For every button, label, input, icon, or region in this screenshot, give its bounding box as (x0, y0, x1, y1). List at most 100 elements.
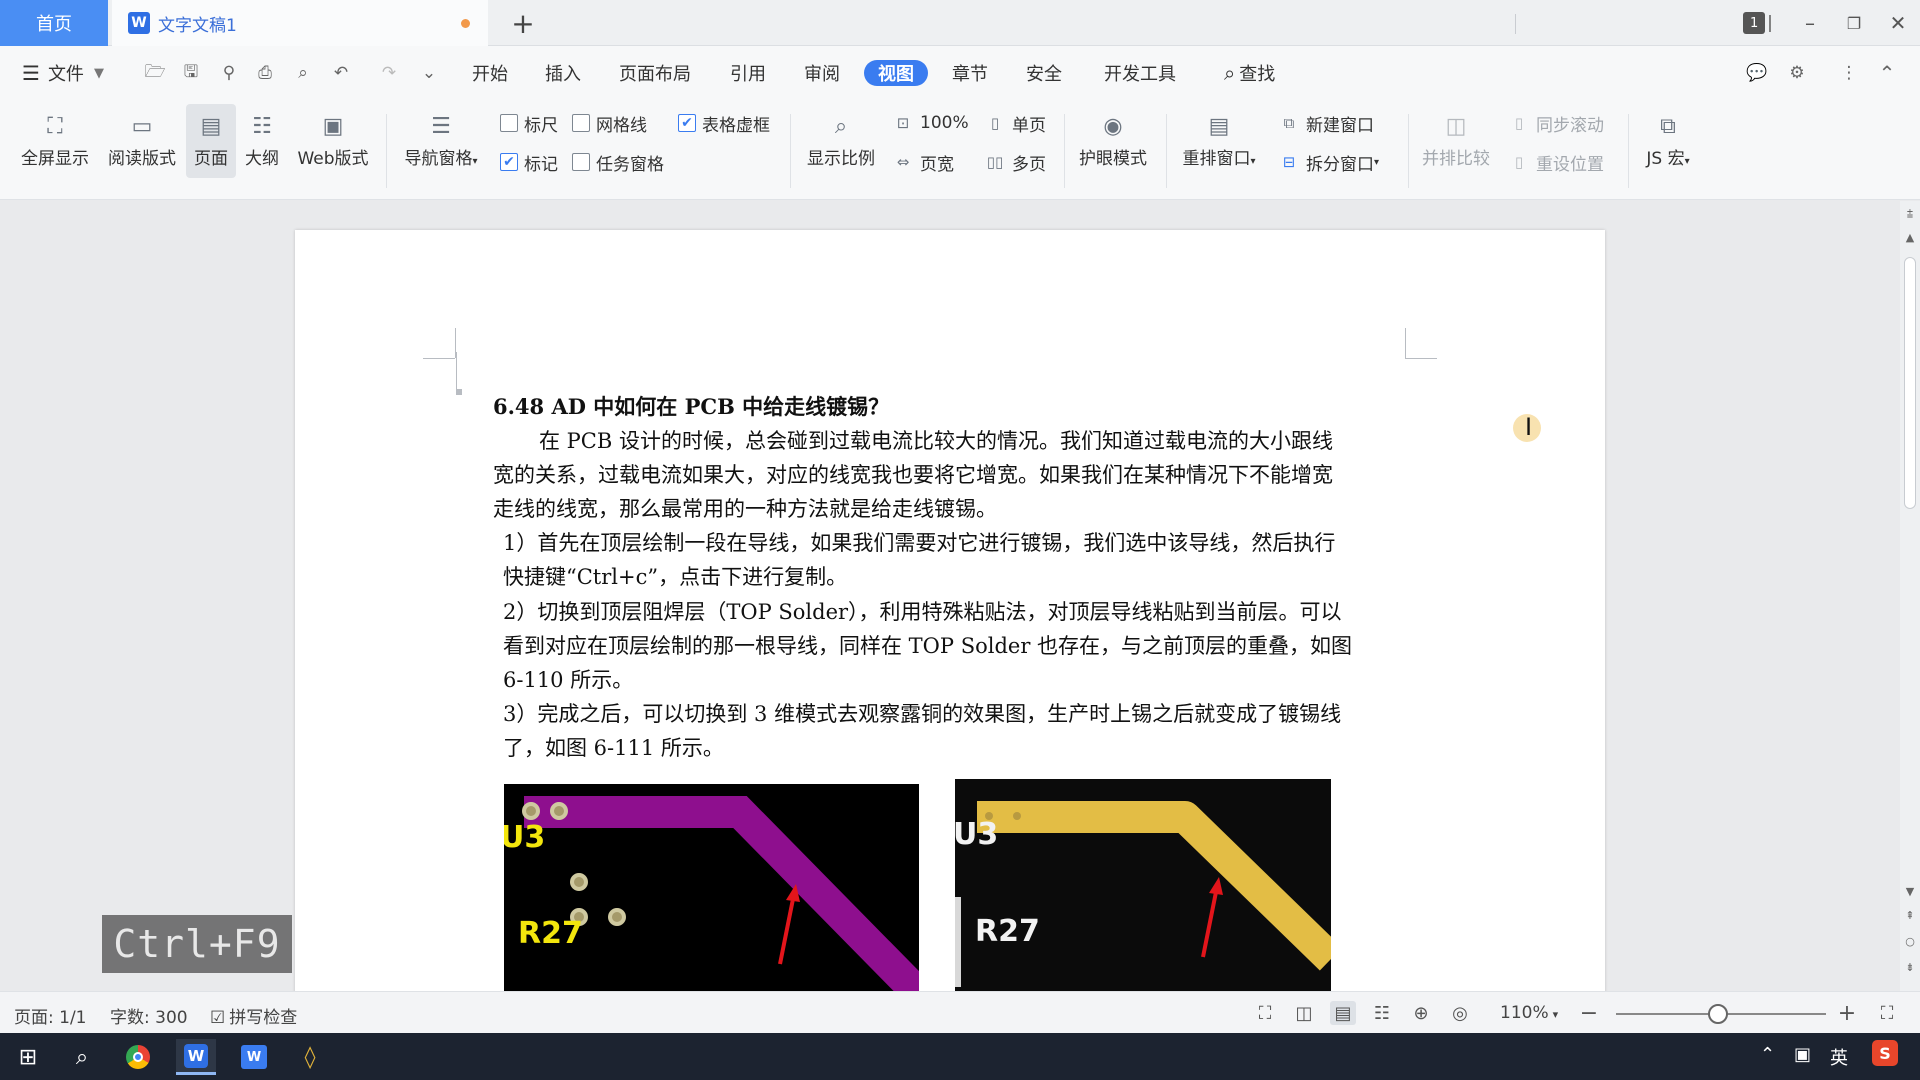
page-view-button[interactable]: ▤ 页面 (186, 104, 236, 178)
notification-icon[interactable]: ▣ (1794, 1044, 1811, 1065)
zoom-100-button[interactable]: ⊡ 100% (894, 110, 969, 136)
step-line[interactable]: 了，如图 6-111 所示。 (503, 731, 724, 765)
select-browse-object-icon[interactable]: ○ (1904, 935, 1916, 948)
menu-references[interactable]: 引用 (730, 60, 766, 86)
redo-icon[interactable]: ↷ (378, 62, 400, 84)
paragraph-line[interactable]: 走线的线宽，那么最常用的一种方法就是给走线镀锡。 (493, 492, 997, 526)
wps-writer-icon[interactable]: W (176, 1039, 216, 1075)
reset-position-button[interactable]: ▯ 重设位置 (1510, 149, 1604, 175)
step-line[interactable]: 看到对应在顶层绘制的那一根导线，同样在 TOP Solder 也存在，与之前顶层… (503, 629, 1352, 663)
side-by-side-button[interactable]: ◫ 并排比较 (1414, 100, 1498, 182)
menu-page-layout[interactable]: 页面布局 (619, 60, 691, 86)
print-preview-icon[interactable]: ⌕ (292, 62, 314, 84)
scroll-down-icon[interactable]: ▼ (1904, 885, 1916, 898)
outline-view-button[interactable]: ☷ 大纲 (240, 100, 284, 182)
wps-app-icon[interactable]: W (234, 1039, 274, 1075)
section-heading[interactable]: 6.48 AD 中如何在 PCB 中给走线镀锡？ (493, 390, 889, 424)
undo-icon[interactable]: ↶ (330, 62, 352, 84)
altium-designer-icon[interactable]: ◊ (290, 1039, 330, 1075)
zoom-ratio-button[interactable]: ⌕ 显示比例 (800, 100, 882, 182)
task-pane-checkbox[interactable]: 任务窗格 (572, 149, 664, 175)
document-canvas[interactable]: I 6.48 AD 中如何在 PCB 中给走线镀锡？ 在 PCB 设计的时候，总… (0, 201, 1900, 991)
ruler-checkbox[interactable]: 标尺 (500, 110, 558, 136)
open-icon[interactable]: 🗁 (144, 62, 166, 84)
sogou-ime-icon[interactable]: S (1872, 1040, 1898, 1066)
eye-care-button[interactable]: ◉ 护眼模式 (1070, 100, 1156, 182)
chrome-icon[interactable] (118, 1039, 158, 1075)
scroll-up-icon[interactable]: ▲ (1904, 231, 1916, 244)
sync-scroll-button[interactable]: ▯ 同步滚动 (1510, 110, 1604, 136)
step-line[interactable]: 2）切换到顶层阻焊层（TOP Solder），利用特殊粘贴法，对顶层导线粘贴到当… (503, 595, 1342, 629)
spellcheck-button[interactable]: ☑ 拼写检查 (210, 1003, 297, 1028)
search-icon[interactable]: ⌕ (62, 1039, 102, 1075)
file-menu[interactable]: ☰ 文件 ▼ (22, 60, 104, 86)
fullscreen-status-icon[interactable]: ⛶ (1252, 1001, 1278, 1025)
web-layout-button[interactable]: ▣ Web版式 (292, 100, 374, 182)
more-icon[interactable]: ⋮ (1838, 62, 1860, 84)
step-line[interactable]: 3）完成之后，可以切换到 3 维模式去观察露铜的效果图，生产时上锡之后就变成了镀… (503, 697, 1341, 731)
multi-page-button[interactable]: ▯▯ 多页 (986, 149, 1046, 175)
rearrange-windows-button[interactable]: ▤ 重排窗口▾ (1174, 100, 1264, 182)
tab-home[interactable]: 首页 (0, 0, 108, 46)
vertical-scrollbar[interactable]: ⩲ ▲ ▼ ⇞ ○ ⇟ (1900, 201, 1920, 991)
word-count[interactable]: 字数: 300 (110, 1003, 188, 1028)
scroll-top-icon[interactable]: ⩲ (1904, 207, 1916, 221)
marks-checkbox[interactable]: ✔ 标记 (500, 149, 558, 175)
figure-3d-view[interactable]: U3 R27 (955, 779, 1331, 991)
format-painter-icon[interactable]: ⚲ (218, 62, 240, 84)
zoom-level[interactable]: 110% ▾ (1500, 1003, 1558, 1023)
new-tab-button[interactable]: + (508, 7, 538, 40)
collapse-ribbon-icon[interactable]: ⌃ (1876, 61, 1898, 85)
zoom-slider-thumb[interactable] (1708, 1004, 1728, 1024)
minimize-button[interactable]: – (1796, 10, 1824, 36)
gear-icon[interactable]: ⚙ (1786, 62, 1808, 84)
page-count[interactable]: 页面: 1/1 (14, 1003, 87, 1028)
menu-section[interactable]: 章节 (952, 60, 988, 86)
step-line[interactable]: 1）首先在顶层绘制一段在导线，如果我们需要对它进行镀锡，我们选中该导线，然后执行 (503, 526, 1335, 560)
tray-expand-icon[interactable]: ⌃ (1760, 1044, 1775, 1065)
paragraph-line[interactable]: 在 PCB 设计的时候，总会碰到过载电流比较大的情况。我们知道过载电流的大小跟线 (539, 424, 1333, 458)
eye-care-status-icon[interactable]: ◎ (1447, 1001, 1473, 1025)
js-macro-button[interactable]: ⧉ JS 宏▾ (1636, 100, 1700, 182)
fullscreen-button[interactable]: ⛶ 全屏显示 (14, 100, 96, 182)
windows-start-icon[interactable]: ⊞ (8, 1039, 48, 1075)
fit-window-icon[interactable]: ⛶ (1874, 1001, 1900, 1025)
menu-home[interactable]: 开始 (472, 60, 508, 86)
menu-developer[interactable]: 开发工具 (1104, 60, 1176, 86)
step-line[interactable]: 6-110 所示。 (503, 663, 633, 697)
print-icon[interactable]: ⎙ (254, 62, 276, 84)
new-window-button[interactable]: ⧉ 新建窗口 (1280, 110, 1374, 136)
restore-button[interactable]: ❐ (1840, 10, 1868, 36)
ime-indicator[interactable]: 英 (1830, 1044, 1848, 1070)
web-layout-status-icon[interactable]: ⊕ (1408, 1001, 1434, 1025)
reading-mode-button[interactable]: ▭ 阅读版式 (104, 100, 180, 182)
menu-review[interactable]: 审阅 (804, 60, 840, 86)
page-view-status-icon[interactable]: ▤ (1330, 1001, 1356, 1025)
save-icon[interactable]: 🖫 (180, 62, 202, 84)
prev-page-icon[interactable]: ⇞ (1904, 909, 1916, 922)
step-line[interactable]: 快捷键“Ctrl+c”，点击下进行复制。 (503, 560, 847, 594)
scroll-thumb[interactable] (1904, 257, 1916, 509)
next-page-icon[interactable]: ⇟ (1904, 961, 1916, 974)
document-page[interactable]: I 6.48 AD 中如何在 PCB 中给走线镀锡？ 在 PCB 设计的时候，总… (295, 230, 1605, 991)
figure-solder-layer[interactable]: U3 R27 (504, 784, 919, 991)
reading-mode-status-icon[interactable]: ◫ (1291, 1001, 1317, 1025)
window-count-button[interactable]: 1 | (1740, 10, 1776, 36)
gridlines-checkbox[interactable]: 网格线 (572, 110, 647, 136)
zoom-in-icon[interactable]: + (1834, 1001, 1860, 1026)
menu-insert[interactable]: 插入 (545, 60, 581, 86)
one-page-button[interactable]: ▯ 单页 (986, 110, 1046, 136)
customize-toolbar-icon[interactable]: ⌄ (418, 62, 440, 84)
comment-icon[interactable]: 💬 (1746, 62, 1768, 84)
table-gridlines-checkbox[interactable]: ✔ 表格虚框 (678, 110, 770, 136)
close-button[interactable]: ✕ (1884, 10, 1912, 36)
zoom-out-icon[interactable]: − (1576, 1001, 1602, 1026)
menu-view[interactable]: 视图 (864, 60, 928, 86)
search-command[interactable]: ⌕ 查找 (1224, 60, 1275, 86)
tab-document[interactable]: W 文字文稿1 (112, 0, 488, 46)
page-width-button[interactable]: ⇔ 页宽 (894, 149, 954, 175)
split-window-button[interactable]: ⊟ 拆分窗口 ▾ (1280, 149, 1379, 175)
nav-pane-button[interactable]: ☰ 导航窗格▾ (398, 100, 484, 182)
paragraph-line[interactable]: 宽的关系，过载电流如果大，对应的线宽我也要将它增宽。如果我们在某种情况下不能增宽 (493, 458, 1333, 492)
outline-status-icon[interactable]: ☷ (1369, 1001, 1395, 1025)
